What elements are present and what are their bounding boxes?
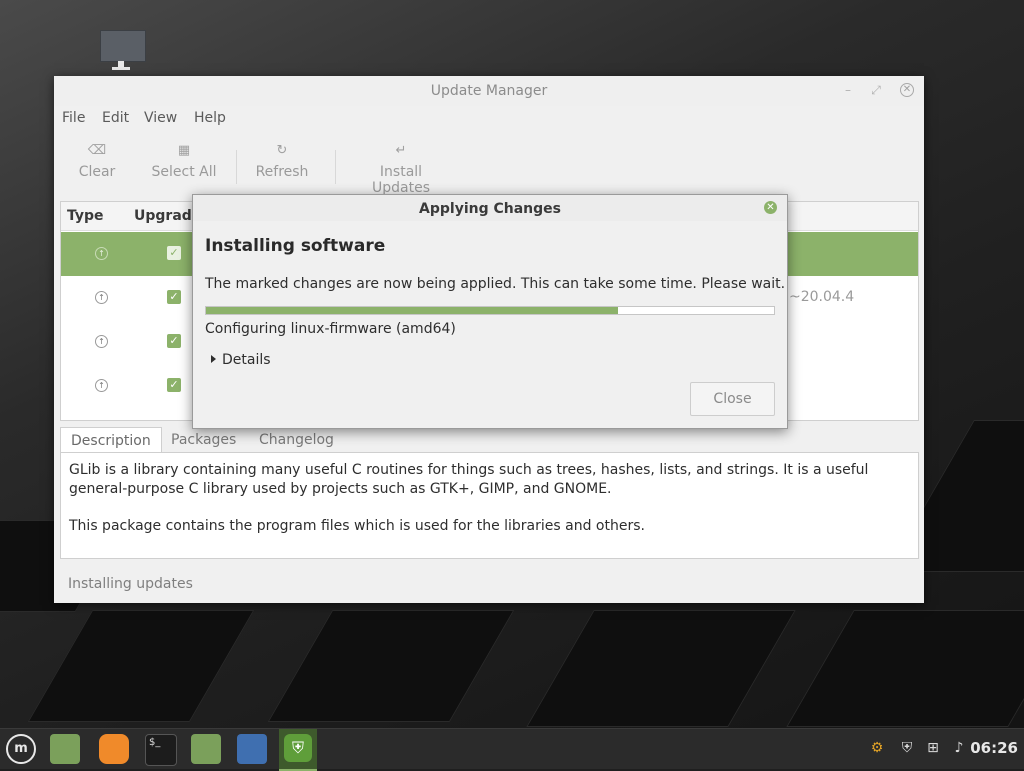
dialog-message: The marked changes are now being applied… [205, 276, 786, 292]
details-label: Details [222, 352, 271, 368]
maximize-button[interactable]: ⤢ [868, 82, 884, 98]
toolbar-separator [236, 150, 237, 184]
menu-edit[interactable]: Edit [102, 110, 129, 126]
window-title: Update Manager [430, 83, 548, 99]
minimize-button[interactable]: – [840, 82, 856, 98]
description-pane: GLib is a library containing many useful… [60, 452, 919, 559]
install-updates-label: Install Updates [372, 164, 430, 196]
refresh-icon: ↻ [276, 143, 288, 158]
upgrade-type-icon: ↑ [95, 335, 108, 348]
menu-view[interactable]: View [144, 110, 177, 126]
version-text: ~20.04.4 [789, 289, 855, 305]
files-icon[interactable] [50, 734, 80, 764]
menu-help[interactable]: Help [194, 110, 226, 126]
update-manager-taskbar-item[interactable]: ⛨ [279, 729, 317, 771]
background-tile [267, 610, 515, 722]
refresh-label: Refresh [255, 164, 309, 180]
toolbar: ⌫ Clear ▦ Select All ↻ Refresh ↵ Install… [54, 134, 924, 196]
refresh-button[interactable]: ↻ Refresh [254, 142, 310, 180]
dialog-heading: Installing software [205, 236, 386, 256]
clock[interactable]: 06:26 [970, 739, 1018, 757]
description-paragraph: GLib is a library containing many useful… [69, 462, 869, 497]
select-all-button[interactable]: ▦ Select All [151, 142, 217, 180]
expander-arrow-icon [211, 355, 216, 363]
mint-menu-icon[interactable]: m [6, 734, 36, 764]
shield-icon[interactable]: ⛨ [898, 739, 916, 757]
clear-button[interactable]: ⌫ Clear [78, 142, 116, 180]
taskbar: m $_ ⛨ ⚙ ⛨ ⊞ ♪ 06:26 [0, 728, 1024, 771]
upgrade-type-icon: ↑ [95, 291, 108, 304]
column-type[interactable]: Type [67, 208, 104, 224]
volume-icon[interactable]: ♪ [950, 739, 968, 757]
description-paragraph: This package contains the program files … [69, 518, 645, 534]
install-icon: ↵ [395, 143, 407, 158]
background-tile [526, 610, 796, 727]
background-tile [786, 610, 1024, 727]
dialog-status: Configuring linux-firmware (amd64) [205, 321, 456, 337]
upgrade-type-icon: ↑ [95, 379, 108, 392]
upgrade-checkbox[interactable]: ✓ [167, 378, 181, 392]
progress-fill [206, 307, 618, 314]
terminal-icon[interactable]: $_ [145, 734, 177, 766]
upgrade-type-icon: ↑ [95, 247, 108, 260]
clear-icon: ⌫ [87, 143, 107, 158]
upgrade-checkbox[interactable]: ✓ [167, 290, 181, 304]
update-notifier-icon[interactable]: ⚙ [868, 739, 886, 757]
network-icon[interactable]: ⊞ [924, 739, 942, 757]
progress-bar [205, 306, 775, 315]
dialog-title: Applying Changes [419, 201, 561, 217]
details-expander[interactable]: Details [205, 352, 271, 368]
close-window-button[interactable]: ✕ [900, 83, 914, 97]
dialog-close-icon[interactable]: ✕ [764, 201, 777, 214]
dialog-titlebar[interactable]: Applying Changes ✕ [193, 195, 787, 221]
select-all-label: Select All [151, 164, 217, 180]
background-tile [27, 610, 255, 722]
tab-description[interactable]: Description [60, 427, 162, 454]
applying-changes-dialog: Applying Changes ✕ Installing software T… [192, 194, 788, 429]
upgrade-checkbox[interactable]: ✓ [167, 334, 181, 348]
status-text: Installing updates [68, 576, 193, 592]
tab-changelog[interactable]: Changelog [249, 427, 344, 453]
menubar: File Edit View Help [54, 106, 924, 132]
close-button[interactable]: Close [690, 382, 775, 416]
window-titlebar[interactable]: Update Manager – ⤢ ✕ [54, 76, 924, 106]
toolbar-separator [335, 150, 336, 184]
upgrade-checkbox[interactable]: ✓ [167, 246, 181, 260]
tab-packages[interactable]: Packages [161, 427, 246, 453]
screenshot-icon[interactable] [237, 734, 267, 764]
update-manager-icon: ⛨ [284, 734, 312, 762]
folder-icon[interactable] [191, 734, 221, 764]
clear-label: Clear [78, 164, 116, 180]
computer-desktop-icon[interactable] [98, 30, 146, 72]
select-all-icon: ▦ [177, 143, 191, 158]
install-updates-button[interactable]: ↵ Install Updates [349, 142, 453, 196]
menu-file[interactable]: File [62, 110, 85, 126]
firefox-icon[interactable] [99, 734, 129, 764]
